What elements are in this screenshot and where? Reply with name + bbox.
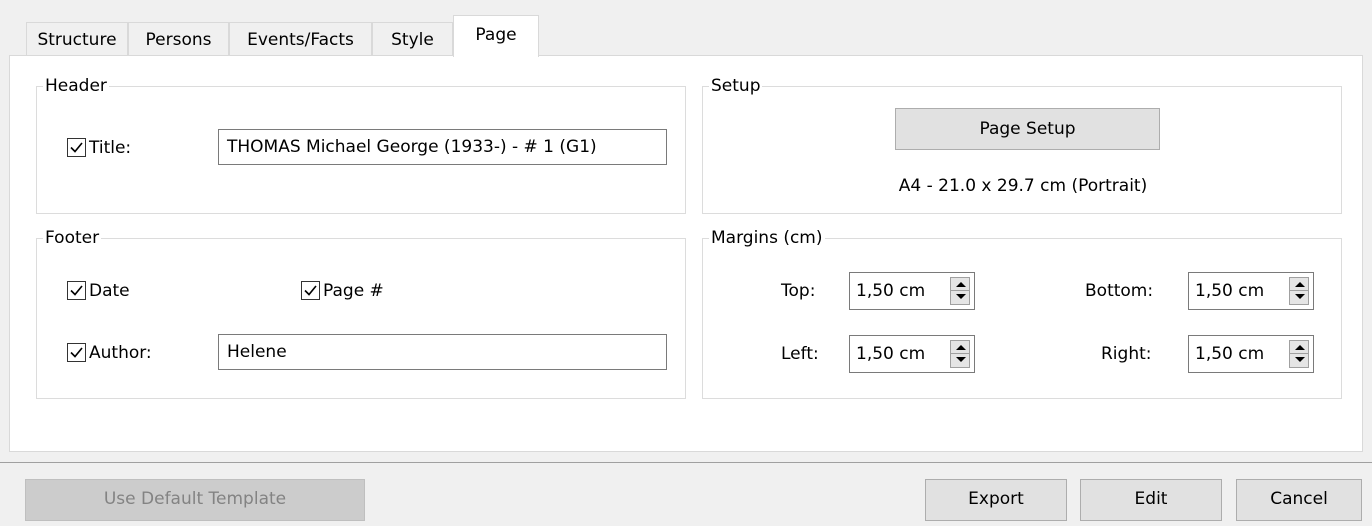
header-group: Header Title: THOMAS Michael George (193… bbox=[36, 75, 686, 214]
margin-left-label: Left: bbox=[781, 344, 819, 364]
tab-page[interactable]: Page bbox=[453, 15, 539, 57]
spinner-buttons[interactable] bbox=[950, 277, 970, 305]
tab-label: Events/Facts bbox=[247, 30, 354, 50]
margin-bottom-label: Bottom: bbox=[1085, 281, 1154, 301]
tab-label: Persons bbox=[145, 30, 212, 50]
margin-left-spinner[interactable]: 1,50 cm bbox=[849, 335, 975, 373]
spinner-buttons[interactable] bbox=[950, 340, 970, 368]
edit-button[interactable]: Edit bbox=[1080, 479, 1222, 521]
spinner-down-arrow-icon[interactable] bbox=[950, 354, 970, 368]
margin-right-spinner[interactable]: 1,50 cm bbox=[1188, 335, 1314, 373]
title-label: Title: bbox=[89, 138, 132, 158]
check-icon bbox=[304, 285, 317, 296]
title-checkbox[interactable] bbox=[67, 138, 86, 157]
margin-top-value[interactable]: 1,50 cm bbox=[856, 280, 925, 302]
spinner-buttons[interactable] bbox=[1289, 277, 1309, 305]
margin-bottom-spinner[interactable]: 1,50 cm bbox=[1188, 272, 1314, 310]
margin-right-value[interactable]: 1,50 cm bbox=[1195, 343, 1264, 365]
check-icon bbox=[70, 285, 83, 296]
spinner-up-arrow-icon[interactable] bbox=[1289, 340, 1309, 354]
check-icon bbox=[70, 142, 83, 153]
use-default-template-button[interactable]: Use Default Template bbox=[25, 479, 365, 521]
page-setup-button[interactable]: Page Setup bbox=[895, 108, 1160, 150]
header-group-label: Header bbox=[43, 75, 109, 97]
margin-top-label: Top: bbox=[781, 281, 816, 301]
tab-label: Structure bbox=[37, 30, 117, 50]
date-checkbox[interactable] bbox=[67, 281, 86, 300]
tab-style[interactable]: Style bbox=[372, 22, 453, 56]
spinner-buttons[interactable] bbox=[1289, 340, 1309, 368]
footer-separator bbox=[0, 462, 1372, 463]
spinner-up-arrow-icon[interactable] bbox=[1289, 277, 1309, 291]
spinner-up-arrow-icon[interactable] bbox=[950, 277, 970, 291]
cancel-button[interactable]: Cancel bbox=[1236, 479, 1362, 521]
author-label: Author: bbox=[89, 343, 152, 363]
tab-label: Style bbox=[391, 30, 434, 50]
author-checkbox[interactable] bbox=[67, 343, 86, 362]
author-input[interactable]: Helene bbox=[218, 334, 667, 370]
setup-group-label: Setup bbox=[709, 75, 763, 97]
margins-group: Margins (cm) Top: 1,50 cm Bottom: 1,50 c… bbox=[702, 227, 1342, 399]
tab-events-facts[interactable]: Events/Facts bbox=[229, 22, 372, 56]
spinner-up-arrow-icon[interactable] bbox=[950, 340, 970, 354]
tab-persons[interactable]: Persons bbox=[128, 22, 229, 56]
check-icon bbox=[70, 347, 83, 358]
margin-bottom-value[interactable]: 1,50 cm bbox=[1195, 280, 1264, 302]
paper-size-info: A4 - 21.0 x 29.7 cm (Portrait) bbox=[898, 176, 1148, 196]
title-input[interactable]: THOMAS Michael George (1933-) - # 1 (G1) bbox=[218, 129, 667, 165]
tab-label: Page bbox=[475, 25, 517, 45]
spinner-down-arrow-icon[interactable] bbox=[1289, 291, 1309, 305]
page-number-label: Page # bbox=[323, 281, 384, 301]
tab-structure[interactable]: Structure bbox=[26, 22, 128, 56]
date-label: Date bbox=[89, 281, 130, 301]
tab-panel-page: Header Title: THOMAS Michael George (193… bbox=[9, 55, 1363, 452]
margin-top-spinner[interactable]: 1,50 cm bbox=[849, 272, 975, 310]
spinner-down-arrow-icon[interactable] bbox=[1289, 354, 1309, 368]
export-button[interactable]: Export bbox=[925, 479, 1067, 521]
footer-group: Footer Date Page # Author: Helene bbox=[36, 227, 686, 399]
margins-group-label: Margins (cm) bbox=[709, 227, 825, 249]
setup-group: Setup Page Setup A4 - 21.0 x 29.7 cm (Po… bbox=[702, 75, 1342, 214]
margin-right-label: Right: bbox=[1101, 344, 1152, 364]
page-number-checkbox[interactable] bbox=[301, 281, 320, 300]
margin-left-value[interactable]: 1,50 cm bbox=[856, 343, 925, 365]
footer-group-label: Footer bbox=[43, 227, 102, 249]
spinner-down-arrow-icon[interactable] bbox=[950, 291, 970, 305]
